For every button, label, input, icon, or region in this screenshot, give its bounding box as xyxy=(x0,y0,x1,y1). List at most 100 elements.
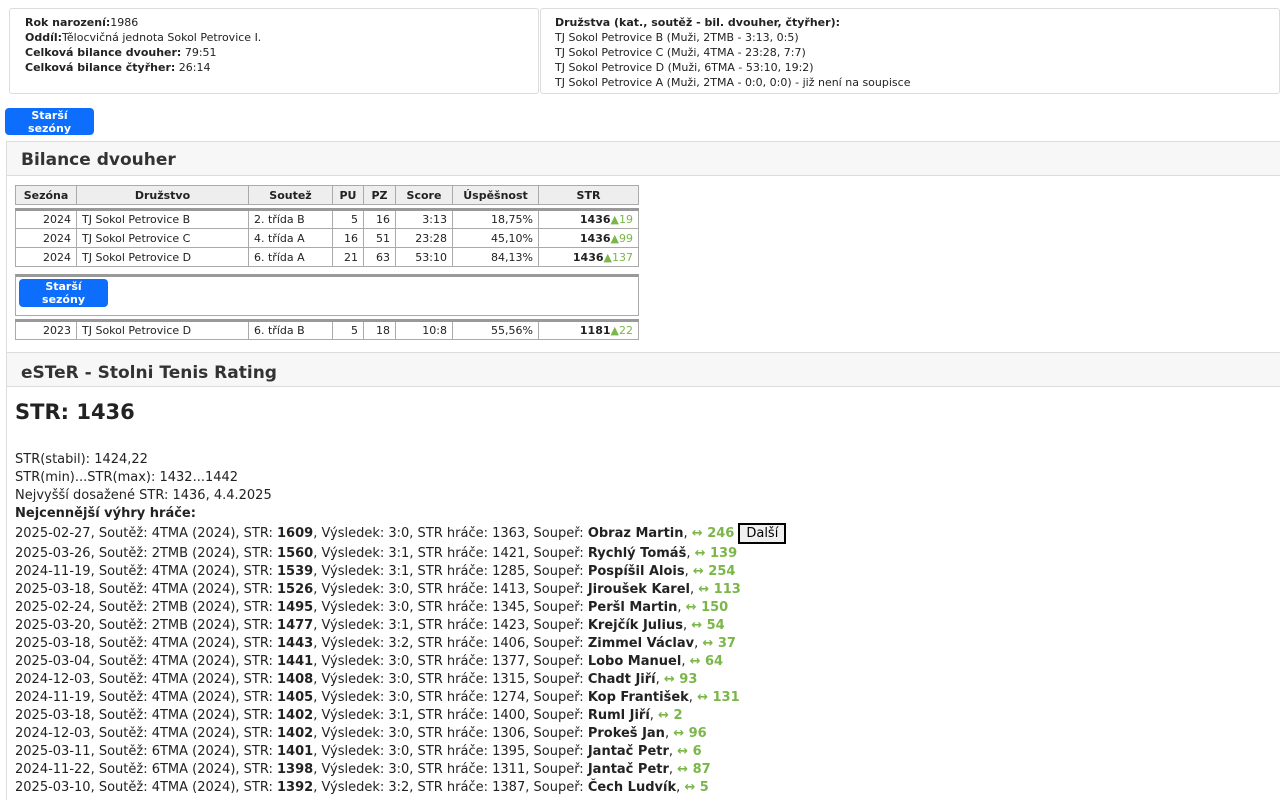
competition-cell: 4. třída A xyxy=(248,228,333,248)
col-team[interactable]: Družstvo xyxy=(76,185,249,205)
str-cell: 1181▲22 xyxy=(538,320,639,340)
win-result: 3:0 xyxy=(388,526,410,541)
win-delta: ↔ 54 xyxy=(691,618,725,633)
list-item: 2024-12-03, Soutěž: 4TMA (2024), STR: 14… xyxy=(15,726,707,741)
list-item: 2025-03-18, Soutěž: 4TMA (2024), STR: 14… xyxy=(15,708,683,723)
win-date: 2025-03-04 xyxy=(15,654,91,669)
win-result: 3:0 xyxy=(388,582,410,597)
pu-cell: 5 xyxy=(332,209,364,229)
win-str: 1560 xyxy=(277,546,314,561)
win-competition: 4TMA (2024) xyxy=(151,780,236,795)
col-pz[interactable]: PZ xyxy=(363,185,396,205)
team-item: TJ Sokol Petrovice B (Muži, 2TMB - 3:13,… xyxy=(555,31,799,44)
win-date: 2025-03-10 xyxy=(15,780,91,795)
balance-title: Bilance dvouher xyxy=(7,142,1280,176)
win-player-str: 1311 xyxy=(492,762,526,777)
win-player-str: 1423 xyxy=(492,618,526,633)
list-item: 2025-03-04, Soutěž: 4TMA (2024), STR: 14… xyxy=(15,654,724,669)
list-item: 2025-02-24, Soutěž: 2TMB (2024), STR: 14… xyxy=(15,600,729,615)
win-str: 1402 xyxy=(277,726,314,741)
col-season[interactable]: Sezóna xyxy=(15,185,77,205)
older-seasons-table-button[interactable]: Starší sezóny xyxy=(19,279,108,307)
win-str: 1495 xyxy=(277,600,314,615)
win-opponent: Jantač Petr xyxy=(587,744,669,759)
win-delta: ↔ 131 xyxy=(697,690,740,705)
col-pu[interactable]: PU xyxy=(332,185,364,205)
older-seasons-button[interactable]: Starší sezóny xyxy=(5,108,94,135)
win-date: 2025-03-20 xyxy=(15,618,91,633)
more-button[interactable]: Další xyxy=(738,523,787,544)
win-delta: ↔ 6 xyxy=(677,744,702,759)
win-delta: ↔ 139 xyxy=(694,546,738,561)
pz-cell: 18 xyxy=(363,320,396,340)
pz-cell: 51 xyxy=(363,228,396,248)
team-item: TJ Sokol Petrovice D (Muži, 6TMA - 53:10… xyxy=(555,61,814,74)
col-score[interactable]: Score xyxy=(395,185,453,205)
win-date: 2024-11-22 xyxy=(15,762,91,777)
win-player-str: 1363 xyxy=(492,526,526,541)
win-player-str: 1274 xyxy=(492,690,526,705)
table-row: 2024 TJ Sokol Petrovice C 4. třída A 16 … xyxy=(15,228,639,248)
success-cell: 84,13% xyxy=(452,247,539,267)
success-cell: 55,56% xyxy=(452,320,539,340)
birth-year: 1986 xyxy=(110,16,139,29)
str-cell: 1436▲99 xyxy=(538,228,639,248)
club-name: Tělocvičná jednota Sokol Petrovice I. xyxy=(62,31,262,44)
win-competition: 4TMA (2024) xyxy=(151,526,236,541)
win-competition: 6TMA (2024) xyxy=(151,744,236,759)
str-delta: ▲99 xyxy=(610,231,633,245)
teams-title: Družstva (kat., soutěž - bil. dvouher, č… xyxy=(555,16,840,29)
list-item: 2025-03-10, Soutěž: 4TMA (2024), STR: 13… xyxy=(15,780,709,795)
win-result: 3:0 xyxy=(388,744,410,759)
win-competition: 2TMB (2024) xyxy=(151,618,236,633)
win-str: 1609 xyxy=(277,526,314,541)
win-opponent: Jiroušek Karel xyxy=(587,582,690,597)
win-opponent: Zimmel Václav xyxy=(587,636,695,651)
win-opponent: Krejčík Julius xyxy=(587,618,683,633)
doubles-label: Celková bilance čtyřher: xyxy=(25,61,176,74)
list-item: 2024-11-19, Soutěž: 4TMA (2024), STR: 14… xyxy=(15,690,740,705)
list-item: 2024-11-22, Soutěž: 6TMA (2024), STR: 13… xyxy=(15,762,711,777)
season-cell: 2024 xyxy=(15,247,77,267)
col-competition[interactable]: Soutež xyxy=(248,185,333,205)
win-opponent: Lobo Manuel xyxy=(587,654,682,669)
teams-box: Družstva (kat., soutěž - bil. dvouher, č… xyxy=(540,8,1280,94)
older-balance-table: 2023 TJ Sokol Petrovice D 6. třída B 5 1… xyxy=(15,319,639,340)
win-competition: 4TMA (2024) xyxy=(151,690,236,705)
win-result: 3:2 xyxy=(388,780,410,795)
col-success[interactable]: Úspěšnost xyxy=(452,185,539,205)
str-value: 1181 xyxy=(579,324,611,337)
team-cell: TJ Sokol Petrovice B xyxy=(76,209,249,229)
win-delta: ↔ 64 xyxy=(689,654,724,669)
pu-cell: 16 xyxy=(332,228,364,248)
win-str: 1539 xyxy=(277,564,314,579)
team-cell: TJ Sokol Petrovice C xyxy=(76,228,249,248)
str-stabil: STR(stabil): 1424,22 xyxy=(15,452,148,467)
ester-title: eSTeR - Stolni Tenis Rating xyxy=(7,353,1280,387)
win-result: 3:1 xyxy=(388,708,410,723)
win-str: 1443 xyxy=(277,636,314,651)
season-cell: 2024 xyxy=(15,228,77,248)
pu-cell: 5 xyxy=(332,320,364,340)
win-delta: ↔ 87 xyxy=(677,762,711,777)
win-date: 2024-12-03 xyxy=(15,726,91,741)
table-row: 2024 TJ Sokol Petrovice B 2. třída B 5 1… xyxy=(15,209,639,229)
win-player-str: 1345 xyxy=(492,600,526,615)
win-date: 2025-03-11 xyxy=(15,744,91,759)
wins-list: 2025-02-27, Soutěž: 4TMA (2024), STR: 16… xyxy=(15,523,1280,797)
str-cell: 1436▲19 xyxy=(538,209,639,229)
table-row: 2023 TJ Sokol Petrovice D 6. třída B 5 1… xyxy=(15,320,639,340)
win-competition: 2TMB (2024) xyxy=(151,600,236,615)
win-date: 2025-02-24 xyxy=(15,600,91,615)
win-result: 3:1 xyxy=(388,564,410,579)
success-cell: 45,10% xyxy=(452,228,539,248)
col-str[interactable]: STR xyxy=(538,185,639,205)
ester-section: eSTeR - Stolni Tenis Rating STR: 1436 ST… xyxy=(6,352,1280,800)
pz-cell: 16 xyxy=(363,209,396,229)
win-competition: 4TMA (2024) xyxy=(151,636,236,651)
win-competition: 2TMB (2024) xyxy=(151,546,236,561)
win-date: 2024-11-19 xyxy=(15,690,91,705)
win-competition: 4TMA (2024) xyxy=(151,708,236,723)
win-result: 3:2 xyxy=(388,636,410,651)
player-info-box: Rok narození:1986 Oddíl:Tělocvičná jedno… xyxy=(9,8,539,94)
